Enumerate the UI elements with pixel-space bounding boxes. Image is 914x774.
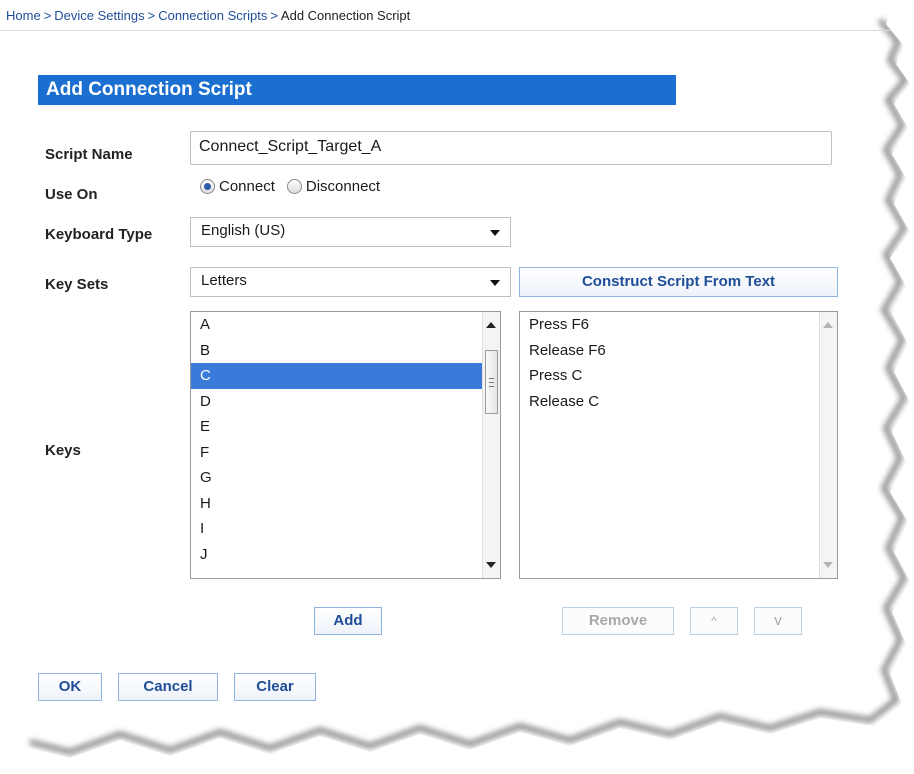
key-option[interactable]: C — [191, 363, 482, 389]
disconnect-radio[interactable] — [286, 179, 302, 194]
key-option[interactable]: I — [191, 516, 482, 542]
key-sets-select[interactable]: Letters — [190, 267, 511, 297]
script-steps-scrollbar — [819, 312, 837, 578]
script-name-label: Script Name — [45, 146, 133, 163]
connect-radio-label[interactable]: Connect — [219, 178, 275, 195]
breadcrumb-divider — [0, 30, 890, 31]
clear-button[interactable]: Clear — [234, 673, 316, 701]
key-sets-label: Key Sets — [45, 276, 109, 293]
ok-button[interactable]: OK — [38, 673, 102, 701]
use-on-radio-group: Connect Disconnect — [200, 178, 392, 195]
move-down-button[interactable]: v — [754, 607, 802, 635]
script-step-item[interactable]: Release C — [520, 389, 837, 415]
script-steps-list: Press F6 Release F6 Press C Release C — [520, 312, 837, 414]
keyboard-type-value: English (US) — [201, 222, 286, 239]
keys-scrollbar[interactable] — [482, 312, 500, 578]
add-button[interactable]: Add — [314, 607, 382, 635]
script-steps-listbox[interactable]: Press F6 Release F6 Press C Release C — [519, 311, 838, 579]
key-option[interactable]: D — [191, 389, 482, 415]
connect-radio[interactable] — [200, 179, 215, 194]
breadcrumb: Home > Device Settings > Connection Scripts >… — [6, 8, 411, 23]
breadcrumb-device-settings-link[interactable]: Device Settings — [54, 8, 144, 23]
key-option[interactable]: J — [191, 542, 482, 568]
scroll-up-arrow-icon — [823, 322, 833, 328]
keyboard-type-select[interactable]: English (US) — [190, 217, 511, 247]
scroll-thumb[interactable] — [485, 350, 498, 414]
script-step-item[interactable]: Press F6 — [520, 312, 837, 338]
scroll-up-arrow-icon[interactable] — [486, 322, 496, 328]
keys-list: ABCDEFGHIJ — [191, 312, 500, 567]
breadcrumb-current: Add Connection Script — [280, 8, 411, 23]
move-up-button[interactable]: ^ — [690, 607, 738, 635]
key-sets-value: Letters — [201, 272, 247, 289]
key-option[interactable]: A — [191, 312, 482, 338]
scroll-down-arrow-icon[interactable] — [486, 562, 496, 568]
keys-label: Keys — [45, 442, 81, 459]
key-option[interactable]: F — [191, 440, 482, 466]
cancel-button[interactable]: Cancel — [118, 673, 218, 701]
disconnect-radio-label[interactable]: Disconnect — [306, 178, 380, 195]
chevron-down-icon — [490, 230, 500, 236]
section-title: Add Connection Script — [38, 75, 676, 105]
construct-script-button[interactable]: Construct Script From Text — [519, 267, 838, 297]
chevron-down-icon — [490, 280, 500, 286]
key-option[interactable]: H — [191, 491, 482, 517]
key-option[interactable]: G — [191, 465, 482, 491]
key-option[interactable]: B — [191, 338, 482, 364]
script-step-item[interactable]: Release F6 — [520, 338, 837, 364]
key-option[interactable]: E — [191, 414, 482, 440]
breadcrumb-home-link[interactable]: Home — [6, 8, 41, 23]
script-name-input[interactable]: Connect_Script_Target_A — [190, 131, 832, 165]
use-on-label: Use On — [45, 186, 98, 203]
breadcrumb-connection-scripts-link[interactable]: Connection Scripts — [158, 8, 267, 23]
scroll-down-arrow-icon — [823, 562, 833, 568]
keyboard-type-label: Keyboard Type — [45, 226, 153, 243]
script-step-item[interactable]: Press C — [520, 363, 837, 389]
remove-button[interactable]: Remove — [562, 607, 674, 635]
keys-listbox[interactable]: ABCDEFGHIJ — [190, 311, 501, 579]
